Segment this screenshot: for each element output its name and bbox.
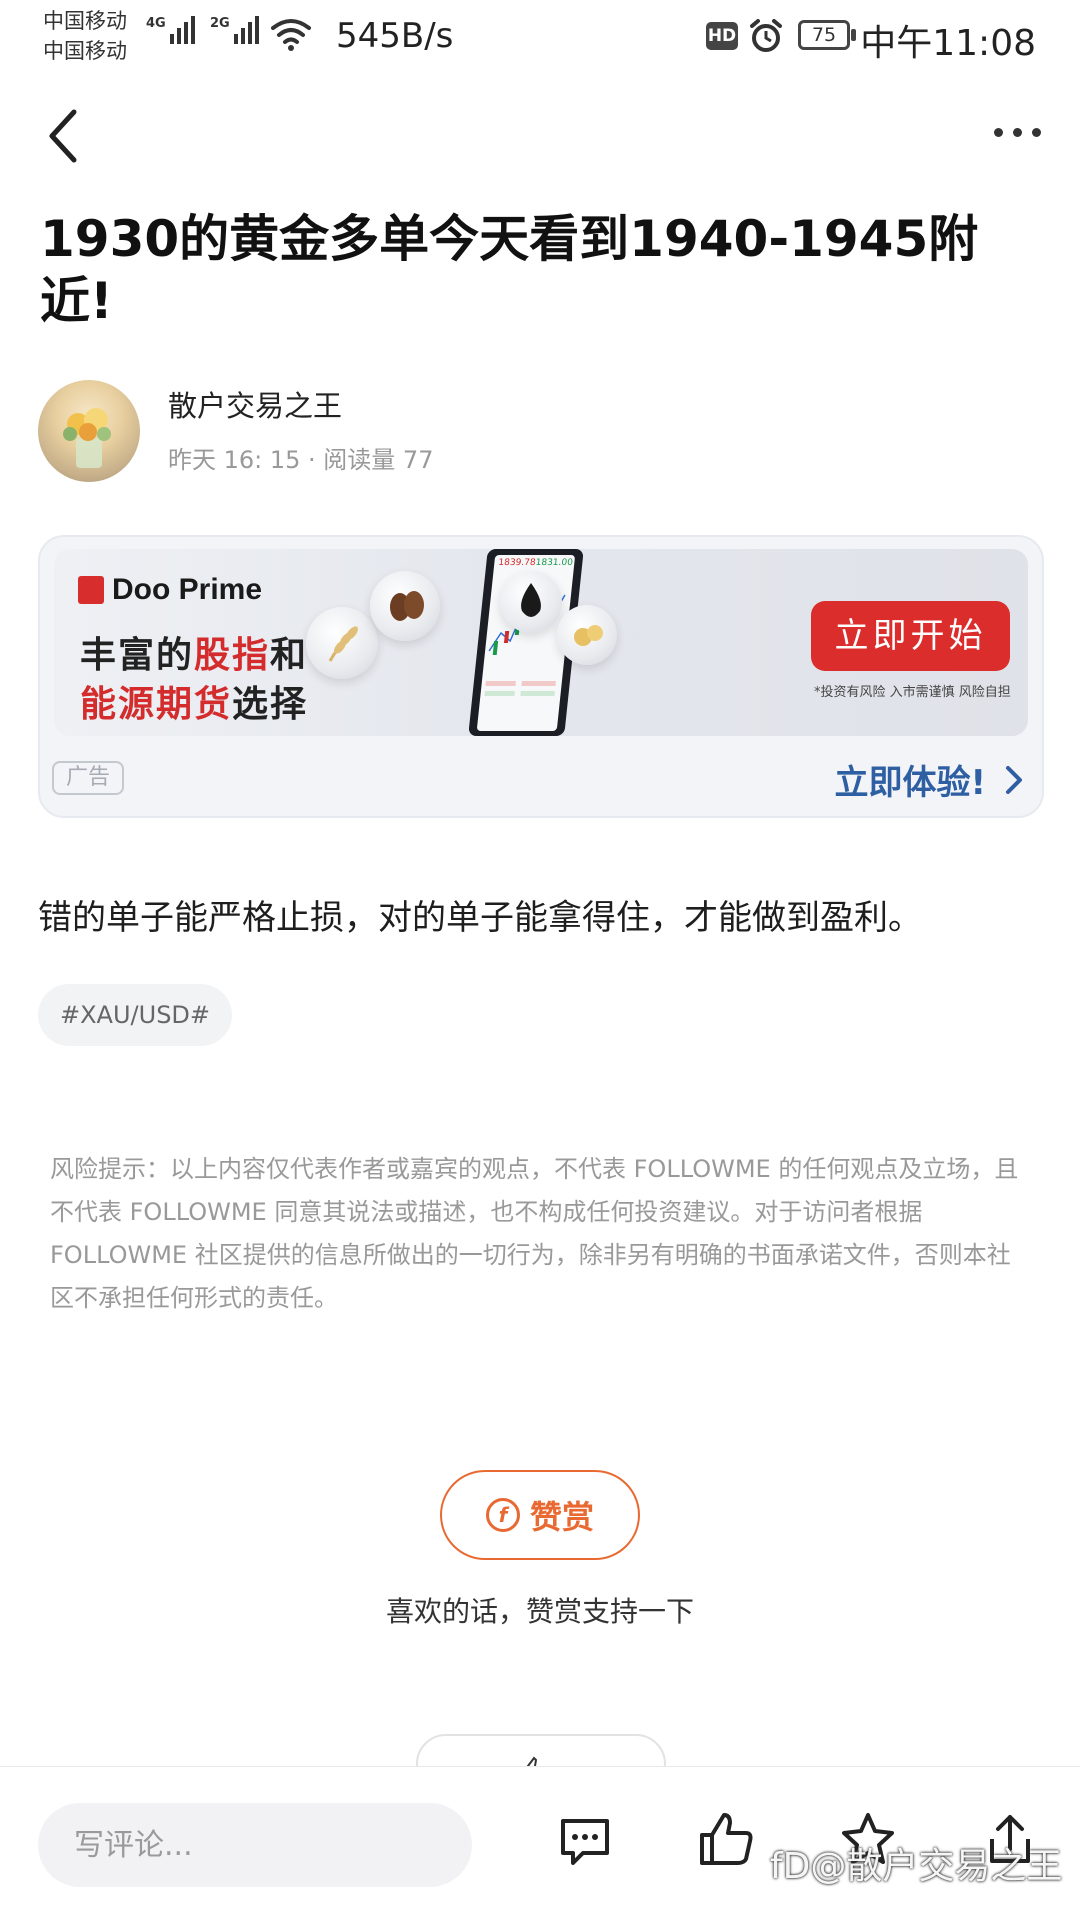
flowers-image: [63, 408, 111, 468]
topic-tag[interactable]: #XAU/USD#: [38, 984, 233, 1046]
tip-button[interactable]: f 赞赏: [440, 1470, 640, 1560]
ad-headline-2-b: 选择: [232, 684, 309, 725]
wheat-bubble-icon: [306, 607, 378, 679]
doo-prime-logo-icon: [78, 576, 104, 604]
comment-input[interactable]: [38, 1803, 472, 1887]
post-body: 错的单子能严格止损，对的单子能拿得住，才能做到盈利。: [38, 898, 922, 938]
ad-experience-label: 立即体验!: [834, 763, 986, 803]
oil-drop-bubble-icon: [500, 571, 562, 633]
ad-headline-2-a: 能源期货: [80, 684, 233, 725]
thumbs-up-icon[interactable]: [696, 1809, 756, 1869]
ad-brand-logo: Doo Prime: [78, 573, 262, 607]
author-name[interactable]: 散户交易之王: [168, 383, 342, 425]
status-bar: 中国移动 中国移动 4G 2G 545B/s HD 75 中午11:08: [0, 0, 1080, 76]
phone-price-2: 1831.00: [535, 558, 574, 568]
ad-headline-2: 能源期货选择: [80, 675, 308, 727]
more-icon[interactable]: [988, 112, 1046, 152]
ad-brand-name: Doo Prime: [112, 573, 263, 606]
hd-icon: HD: [706, 22, 738, 50]
status-time: 中午11:08: [860, 23, 1036, 64]
ad-card[interactable]: Doo Prime 丰富的股指和 能源期货选择 1839.78 1831.00: [38, 535, 1044, 818]
ad-headline-1-b: 股指: [194, 635, 271, 676]
carrier-1-label: 中国移动: [43, 9, 127, 33]
ad-headline-1-a: 丰富的: [80, 635, 195, 676]
coin-icon: f: [485, 1498, 520, 1532]
ad-headline-1: 丰富的股指和: [80, 626, 308, 678]
ad-headline-1-c: 和: [270, 635, 309, 676]
risk-disclaimer: 风险提示：以上内容仅代表作者或嘉宾的观点，不代表 FOLLOWME 的任何观点及…: [50, 1155, 1019, 1312]
ad-experience-link[interactable]: 立即体验!: [834, 755, 1026, 804]
battery-indicator: 75: [798, 20, 856, 50]
comment-icon[interactable]: [555, 1811, 615, 1871]
signal-1-icon: 4G: [146, 16, 195, 44]
phone-price-1: 1839.78: [497, 558, 537, 568]
coffee-bubble-icon: [370, 571, 440, 641]
wifi-icon: [271, 19, 311, 51]
back-icon[interactable]: [40, 106, 90, 166]
ad-badge: 广告: [52, 761, 124, 795]
ad-disclaimer: *投资有风险 入市需谨慎 风险自担: [814, 685, 1011, 700]
alarm-icon: [750, 19, 782, 52]
ad-banner[interactable]: Doo Prime 丰富的股指和 能源期货选择 1839.78 1831.00: [54, 549, 1028, 736]
chevron-right-icon: [1006, 765, 1022, 794]
post-meta: 昨天 16: 15 · 阅读量 77: [168, 446, 434, 474]
watermark: fD@散户交易之王: [770, 1846, 1063, 1887]
bottom-bar: fD@散户交易之王: [0, 1766, 1080, 1921]
network-type-2: 2G: [210, 16, 230, 31]
ad-start-button[interactable]: 立即开始: [811, 601, 1010, 671]
signal-2-icon: 2G: [210, 16, 259, 44]
tip-button-label: 赞赏: [529, 1498, 594, 1536]
tip-caption: 喜欢的话，赞赏支持一下: [385, 1595, 694, 1628]
carrier-2-label: 中国移动: [43, 39, 127, 63]
soybean-bubble-icon: [557, 605, 617, 665]
author-avatar[interactable]: [38, 380, 140, 482]
network-type-1: 4G: [146, 16, 166, 31]
post-title: 1930的黄金多单今天看到1940-1945附近!: [40, 210, 979, 330]
network-speed: 545B/s: [336, 16, 454, 56]
